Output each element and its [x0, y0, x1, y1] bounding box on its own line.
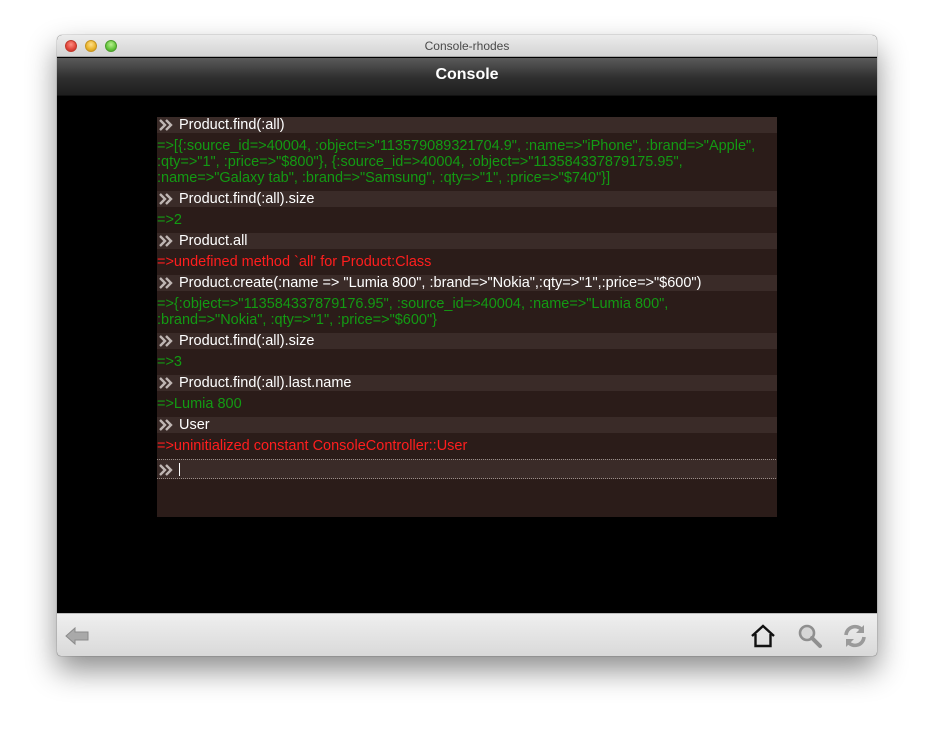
console-command-line: Product.find(:all).size [157, 333, 777, 349]
title-bar[interactable]: Console-rhodes [57, 35, 877, 57]
back-button[interactable] [63, 622, 91, 650]
window-title: Console-rhodes [424, 39, 510, 53]
console-command-text: Product.find(:all).size [179, 191, 315, 207]
console-result: =>2 [157, 212, 182, 228]
home-button[interactable] [749, 622, 777, 650]
console-command-text: User [179, 417, 210, 433]
console-command-text: Product.all [179, 233, 248, 249]
content-area: Product.find(:all) =>[{:source_id=>40004… [57, 97, 877, 613]
arrow-left-icon [65, 626, 89, 646]
console-result: =>3 [157, 354, 182, 370]
app-window: Console-rhodes Console Product.find(:all… [57, 35, 877, 656]
console-command-line: Product.all [157, 233, 777, 249]
console-command-line: Product.find(:all).last.name [157, 375, 777, 391]
double-chevron-right-icon [159, 377, 173, 389]
console-result: =>Lumia 800 [157, 396, 242, 412]
console-command-text: Product.find(:all).last.name [179, 375, 352, 391]
app-header: Console [57, 58, 877, 96]
magnifier-icon [798, 624, 822, 648]
search-button[interactable] [796, 622, 824, 650]
console-command-line: Product.create(:name => "Lumia 800", :br… [157, 275, 777, 291]
page-title: Console [435, 66, 499, 83]
double-chevron-right-icon [159, 464, 173, 476]
console-error-result: =>uninitialized constant ConsoleControll… [157, 438, 468, 454]
console-command-line: Product.find(:all) [157, 117, 777, 133]
console-error-result: =>undefined method `all' for Product:Cla… [157, 254, 432, 270]
double-chevron-right-icon [159, 277, 173, 289]
console-command-line: Product.find(:all).size [157, 191, 777, 207]
console-command-line: User [157, 417, 777, 433]
console-command-text: Product.create(:name => "Lumia 800", :br… [179, 275, 702, 291]
console-command-text: Product.find(:all) [179, 117, 285, 133]
double-chevron-right-icon [159, 335, 173, 347]
double-chevron-right-icon [159, 119, 173, 131]
double-chevron-right-icon [159, 193, 173, 205]
console-result: =>{:object=>"113584337879176.95", :sourc… [157, 296, 669, 328]
home-icon [751, 624, 775, 648]
console-input[interactable] [157, 459, 777, 479]
double-chevron-right-icon [159, 419, 173, 431]
refresh-button[interactable] [841, 622, 869, 650]
console-output[interactable]: Product.find(:all) =>[{:source_id=>40004… [157, 117, 777, 517]
text-caret [179, 463, 180, 476]
double-chevron-right-icon [159, 235, 173, 247]
console-result: =>[{:source_id=>40004, :object=>"1135790… [157, 138, 756, 186]
refresh-icon [844, 624, 866, 648]
console-command-text: Product.find(:all).size [179, 333, 315, 349]
bottom-toolbar [57, 613, 877, 656]
